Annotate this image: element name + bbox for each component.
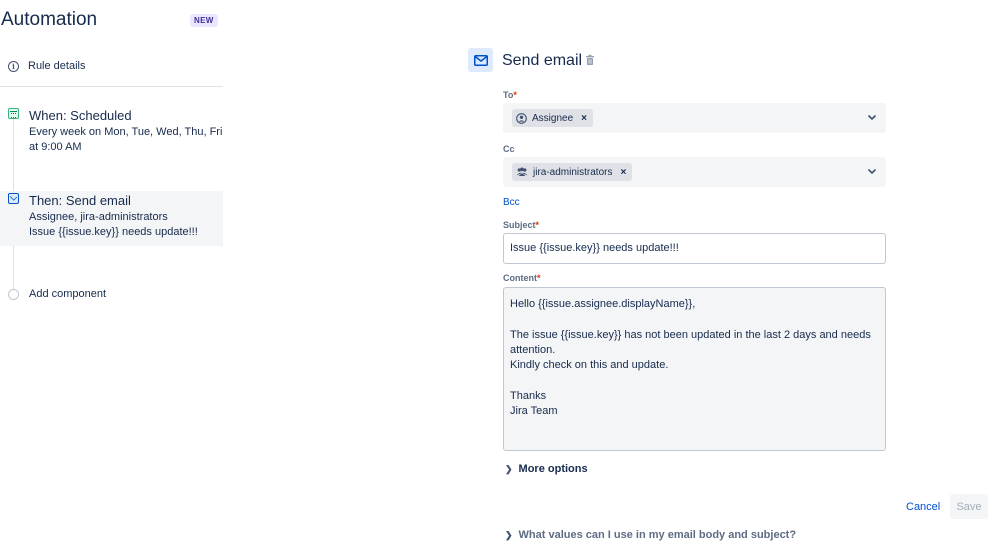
action-title: Then: Send email bbox=[29, 193, 131, 208]
assignee-chip: Assignee × bbox=[512, 109, 593, 127]
required-marker: * bbox=[537, 273, 541, 283]
rule-details-label: Rule details bbox=[28, 60, 86, 72]
trigger-time: at 9:00 AM bbox=[29, 141, 82, 153]
action-step[interactable]: Then: Send email Assignee, jira-administ… bbox=[0, 191, 223, 246]
to-label-text: To bbox=[503, 90, 514, 100]
action-subject: Issue {{issue.key}} needs update!!! bbox=[29, 226, 198, 238]
chevron-right-icon: ❯ bbox=[505, 463, 513, 474]
new-badge: NEW bbox=[190, 14, 218, 27]
panel-title: Send email bbox=[502, 52, 583, 69]
trash-icon[interactable] bbox=[584, 54, 596, 66]
add-component-label: Add component bbox=[29, 288, 107, 300]
sidebar-divider bbox=[0, 86, 223, 87]
rule-details-item[interactable]: i Rule details bbox=[8, 60, 85, 72]
chevron-down-icon[interactable] bbox=[866, 111, 878, 123]
calendar-icon bbox=[8, 108, 19, 119]
user-circle-icon bbox=[516, 112, 527, 124]
trigger-title: When: Scheduled bbox=[29, 108, 132, 123]
save-button[interactable]: Save bbox=[950, 494, 988, 519]
remove-chip-icon[interactable]: × bbox=[620, 167, 626, 178]
email-help-toggle[interactable]: ❯ What values can I use in my email body… bbox=[505, 529, 796, 541]
cc-select[interactable]: jira-administrators × bbox=[503, 157, 886, 187]
remove-chip-icon[interactable]: × bbox=[581, 113, 587, 124]
people-icon bbox=[516, 167, 528, 176]
circle-icon bbox=[8, 288, 19, 300]
content-label: Content* bbox=[503, 273, 541, 283]
chevron-down-icon[interactable] bbox=[866, 165, 878, 177]
cc-label-text: Cc bbox=[503, 144, 515, 154]
more-options-label: More options bbox=[518, 463, 588, 475]
required-marker: * bbox=[535, 220, 540, 230]
content-label-text: Content bbox=[503, 273, 537, 283]
to-select[interactable]: Assignee × bbox=[503, 103, 886, 133]
assignee-chip-label: Assignee bbox=[532, 112, 574, 124]
content-textarea[interactable]: Hello {{issue.assignee.displayName}}, Th… bbox=[503, 287, 886, 451]
add-component-button[interactable]: Add component bbox=[8, 288, 106, 300]
info-icon: i bbox=[8, 60, 19, 72]
chevron-right-icon: ❯ bbox=[505, 529, 513, 540]
subject-label-text: Subject bbox=[503, 220, 536, 230]
required-marker: * bbox=[513, 90, 517, 100]
page-title: Automation bbox=[1, 9, 98, 30]
cc-label: Cc bbox=[503, 144, 515, 154]
action-recipients: Assignee, jira-administrators bbox=[29, 211, 168, 223]
more-options-toggle[interactable]: ❯ More options bbox=[505, 463, 588, 475]
to-label: To* bbox=[503, 90, 517, 100]
cancel-button[interactable]: Cancel bbox=[901, 496, 945, 518]
group-chip: jira-administrators × bbox=[512, 163, 633, 181]
subject-input[interactable]: Issue {{issue.key}} needs update!!! bbox=[503, 233, 886, 264]
trigger-step[interactable]: When: Scheduled Every week on Mon, Tue, … bbox=[0, 106, 223, 158]
mail-icon bbox=[8, 193, 19, 204]
subject-label: Subject* bbox=[503, 220, 539, 230]
trigger-schedule: Every week on Mon, Tue, Wed, Thu, Fri bbox=[29, 126, 223, 138]
bcc-link[interactable]: Bcc bbox=[503, 197, 520, 208]
email-help-label: What values can I use in my email body a… bbox=[518, 529, 797, 541]
mail-icon bbox=[468, 48, 493, 72]
group-chip-label: jira-administrators bbox=[533, 166, 613, 178]
